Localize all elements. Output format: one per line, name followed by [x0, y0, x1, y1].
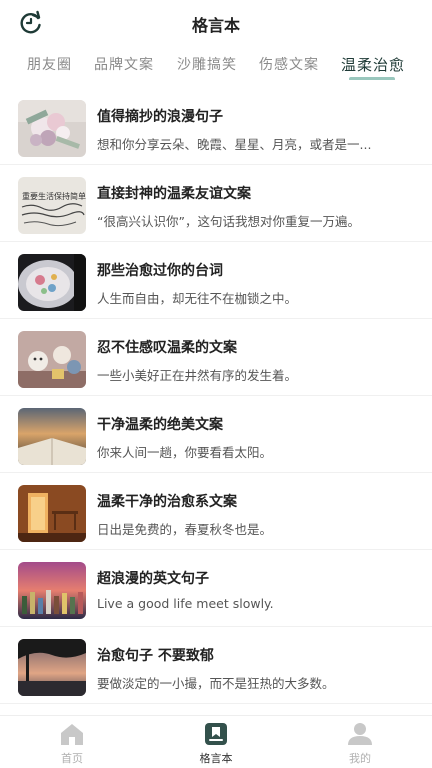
item-description: 一些小美好正在井然有序的发生着。	[97, 368, 298, 383]
list-item[interactable]: 值得摘抄的浪漫句子 想和你分享云朵、晚霞、星星、月亮，或者是一...	[0, 88, 432, 165]
nav-profile[interactable]: 我的	[320, 722, 400, 766]
tab-funny[interactable]: 沙雕搞笑	[177, 54, 237, 74]
list-item[interactable]: 忍不住感叹温柔的文案 一些小美好正在井然有序的发生着。	[0, 319, 432, 396]
bottom-navigation: 首页 格言本 我的	[0, 715, 432, 768]
item-title: 忍不住感叹温柔的文案	[97, 340, 237, 356]
nav-home[interactable]: 首页	[32, 722, 112, 766]
item-title: 干净温柔的绝美文案	[97, 417, 223, 433]
nav-quotebook[interactable]: 格言本	[176, 722, 256, 766]
item-title: 值得摘抄的浪漫句子	[97, 109, 223, 125]
item-title: 那些治愈过你的台词	[97, 263, 223, 279]
list-item[interactable]: 治愈句子 不要致郁 要做淡定的一小撮，而不是狂热的大多数。	[0, 627, 432, 704]
home-icon	[61, 724, 83, 745]
active-tab-indicator	[349, 77, 396, 80]
list-item[interactable]	[0, 704, 432, 715]
thumbnail-tree-sunset	[18, 639, 86, 696]
tab-brand-copy[interactable]: 品牌文案	[94, 54, 154, 74]
bookmark-icon	[205, 723, 227, 745]
item-title: 治愈句子 不要致郁	[97, 648, 214, 664]
item-description: 想和你分享云朵、晚霞、星星、月亮，或者是一...	[97, 137, 372, 152]
list-item[interactable]: 重要生活保持简单 不是为了今天 直接封神的温柔友谊文案 “很高兴认识你”，这句话…	[0, 165, 432, 242]
thumbnail-toys	[18, 331, 86, 388]
list-item[interactable]: 超浪漫的英文句子 Live a good life meet slowly.	[0, 550, 432, 627]
article-list: 值得摘抄的浪漫句子 想和你分享云朵、晚霞、星星、月亮，或者是一... 重要生活保…	[0, 88, 432, 715]
thumbnail-doorway	[18, 485, 86, 542]
category-tabs: 朋友圈 品牌文案 沙雕搞笑 伤感文案 温柔治愈	[0, 50, 432, 80]
tab-sad-copy[interactable]: 伤感文案	[259, 54, 319, 74]
list-item[interactable]: 干净温柔的绝美文案 你来人间一趟，你要看看太阳。	[0, 396, 432, 473]
item-title: 温柔干净的治愈系文案	[97, 494, 237, 510]
item-description: 你来人间一趟，你要看看太阳。	[97, 445, 273, 460]
page-title: 格言本	[191, 16, 240, 35]
nav-quotebook-label: 格言本	[199, 752, 233, 765]
list-item[interactable]: 温柔干净的治愈系文案 日出是免费的，春夏秋冬也是。	[0, 473, 432, 550]
list-item[interactable]: 那些治愈过你的台词 人生而自由，却无往不在枷锁之中。	[0, 242, 432, 319]
item-description: 人生而自由，却无往不在枷锁之中。	[97, 291, 298, 306]
item-title: 直接封神的温柔友谊文案	[97, 186, 251, 202]
item-title: 超浪漫的英文句子	[97, 571, 209, 587]
nav-profile-label: 我的	[349, 752, 371, 765]
thumbnail-flowers	[18, 100, 86, 157]
item-description: “很高兴认识你”，这句话我想对你重复一万遍。	[97, 214, 360, 229]
user-icon	[348, 723, 372, 745]
tab-gentle-healing-label: 温柔治愈	[341, 56, 406, 74]
thumbnail-plate	[18, 254, 86, 311]
tab-gentle-healing[interactable]: 温柔治愈	[341, 54, 406, 80]
thumbnail-handwriting: 重要生活保持简单 不是为了今天	[18, 177, 86, 234]
thumbnail-sunset-book	[18, 408, 86, 465]
item-description: 要做淡定的一小撮，而不是狂热的大多数。	[97, 676, 335, 691]
item-description: Live a good life meet slowly.	[97, 596, 274, 611]
thumbnail-handwriting-line-1: 重要生活保持简单 不是为了今天	[22, 191, 86, 201]
thumbnail-bottles	[18, 562, 86, 619]
nav-home-label: 首页	[61, 752, 83, 765]
tab-friends-circle[interactable]: 朋友圈	[27, 54, 72, 74]
app-header: 格言本	[0, 0, 432, 44]
item-description: 日出是免费的，春夏秋冬也是。	[97, 522, 273, 537]
